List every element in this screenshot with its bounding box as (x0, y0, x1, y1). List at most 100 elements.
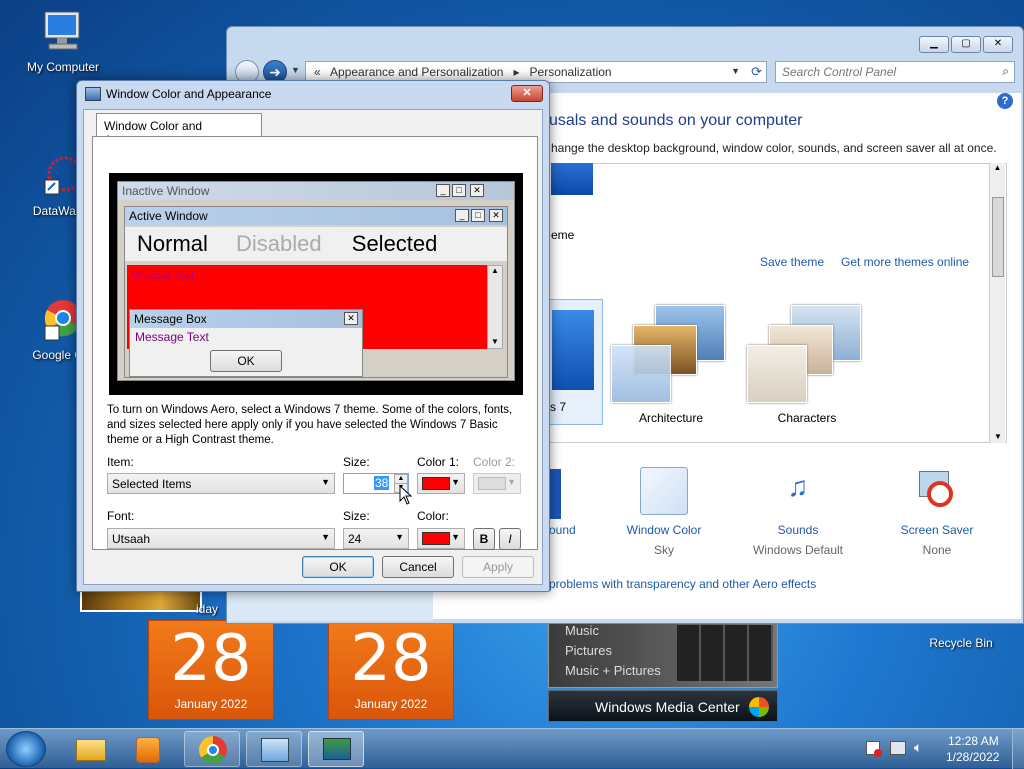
dialog-close-button[interactable]: ✕ (511, 85, 543, 102)
help-icon[interactable]: ? (997, 93, 1013, 109)
ok-button[interactable]: OK (302, 556, 374, 578)
dialog-title: Window Color and Appearance (106, 87, 272, 101)
theme-architecture[interactable]: Architecture (611, 305, 731, 425)
volume-icon[interactable]: 🔈︎ (914, 739, 922, 756)
font-size-select[interactable]: 24 ▼ (343, 528, 409, 549)
start-button[interactable] (6, 731, 46, 767)
color1-swatch (422, 477, 450, 490)
item-label: Item: (107, 455, 134, 469)
sounds-link[interactable]: Sounds (743, 523, 853, 537)
preview-message-text: Message Text (135, 330, 209, 344)
taskbar-chrome[interactable] (184, 731, 240, 767)
media-center-bar[interactable]: Windows Media Center (548, 690, 778, 722)
network-icon[interactable] (890, 741, 906, 755)
tab-window-color-appearance[interactable]: Window Color and Appearance (96, 113, 262, 147)
font-color-picker[interactable]: ▼ (417, 528, 465, 549)
taskbar-personalization[interactable] (308, 731, 364, 767)
clock-time[interactable]: 12:28 AM (948, 734, 999, 748)
scroll-up-icon[interactable]: ▲ (990, 163, 1005, 172)
taskbar-control-panel[interactable] (246, 731, 302, 767)
address-dropdown-icon[interactable]: ▼ (731, 66, 740, 76)
desktop-background-thumb[interactable] (549, 469, 561, 519)
search-placeholder: Search Control Panel (782, 65, 897, 79)
close-button[interactable]: ✕ (983, 36, 1013, 53)
bold-button[interactable]: B (473, 528, 495, 550)
my-theme-label: eme (551, 228, 575, 242)
sounds-item[interactable]: ♫ Sounds Windows Default (743, 467, 853, 557)
search-icon[interactable]: ⌕ (1002, 64, 1009, 79)
calendar-date: January 2022 (354, 697, 428, 711)
action-center-icon[interactable] (866, 741, 882, 757)
screen-saver-link[interactable]: Screen Saver (887, 523, 987, 537)
page-subheading: hange the desktop background, window col… (551, 141, 997, 155)
breadcrumb-personalization[interactable]: Personalization (530, 65, 612, 79)
computer-icon (39, 8, 87, 56)
item-size-label: Size: (343, 455, 370, 469)
desktop-icon-my-computer[interactable]: My Computer (18, 8, 108, 74)
theme-windows7[interactable]: s 7 (549, 299, 603, 425)
theme-thumb (611, 305, 731, 405)
preview-window-text: Window Text (132, 270, 195, 282)
chevron-down-icon: ▼ (451, 477, 460, 487)
desktop-icon-label: Recycle Bin (929, 636, 993, 650)
media-tiles (677, 625, 773, 681)
screen-saver-item[interactable]: Screen Saver None (887, 467, 987, 557)
window-color-link[interactable]: Window Color (619, 523, 709, 537)
theme-list-scrollbar[interactable]: ▲ ▼ (989, 163, 1005, 443)
screen-saver-icon (913, 467, 961, 515)
gadget-weekday: iday (196, 602, 219, 616)
desktop-background-link[interactable]: ound (549, 523, 576, 537)
control-panel-icon (261, 738, 289, 762)
get-more-themes-link[interactable]: Get more themes online (841, 255, 969, 269)
history-dropdown-icon[interactable]: ▼ (291, 65, 300, 75)
window-color-item[interactable]: Window Color Sky (619, 467, 709, 557)
breadcrumb-appearance[interactable]: Appearance and Personalization (330, 65, 503, 79)
aero-troubleshoot-link[interactable]: problems with transparency and other Aer… (549, 577, 816, 591)
preview-active-title: Active Window (125, 207, 507, 225)
theme-characters[interactable]: Characters (747, 305, 867, 425)
item-size-value[interactable]: 38 (374, 476, 390, 490)
theme-label: Architecture (638, 411, 704, 425)
calendar-gadget[interactable]: 28 January 2022 (328, 620, 454, 720)
color1-picker[interactable]: ▼ (417, 473, 465, 494)
save-theme-link[interactable]: Save theme (760, 255, 824, 269)
cancel-button[interactable]: Cancel (382, 556, 454, 578)
window-color-icon (640, 467, 688, 515)
clock-date[interactable]: 1/28/2022 (946, 750, 999, 764)
chevron-down-icon: ▼ (321, 477, 330, 487)
preview-normal: Normal (137, 231, 208, 256)
scroll-thumb[interactable] (992, 197, 1004, 277)
preview-msgbox-title: Message Box (130, 310, 362, 328)
scroll-down-icon[interactable]: ▼ (990, 432, 1006, 441)
maximize-button[interactable]: ▢ (951, 36, 981, 53)
taskbar: 🔈︎ 12:28 AM 1/28/2022 (0, 728, 1024, 769)
theme-label: s 7 (550, 400, 567, 414)
show-desktop-button[interactable] (1012, 729, 1024, 769)
preview-active-window: Active Window _ □ ✕ Normal Disabled Select… (124, 206, 508, 378)
italic-button[interactable]: I (499, 528, 521, 550)
calendar-gadget[interactable]: 28 January 2022 (148, 620, 274, 720)
desktop-icon-recycle-bin[interactable]: Recycle Bin (916, 622, 1006, 650)
preview-disabled: Disabled (236, 231, 322, 256)
preview-scrollbar: ▲ ▼ (487, 265, 503, 349)
color2-label: Color 2: (473, 455, 516, 469)
font-color-swatch (422, 532, 450, 545)
theme-thumb (552, 310, 594, 390)
item-select[interactable]: Selected Items ▼ (107, 473, 335, 494)
preview-message-box: Message Box ✕ Message Text OK (129, 309, 363, 377)
tab-panel: Inactive Window _ □ ✕ Active Window _ □ ✕ No… (92, 136, 538, 550)
page-heading: usals and sounds on your computer (549, 112, 803, 129)
minimize-button[interactable]: ▁ (919, 36, 949, 53)
chevron-down-icon: ▼ (321, 532, 330, 542)
refresh-icon[interactable]: ⟳ (751, 64, 762, 80)
media-center-gadget[interactable]: Music Pictures Music + Pictures (548, 618, 778, 688)
color2-picker: ▼ (473, 473, 521, 494)
taskbar-explorer[interactable] (62, 731, 118, 767)
search-input[interactable]: Search Control Panel ⌕ (775, 61, 1015, 83)
font-select[interactable]: Utsaah ▼ (107, 528, 335, 549)
preview-inactive-window: Inactive Window _ □ ✕ Active Window _ □ ✕ No… (117, 181, 515, 381)
color1-label: Color 1: (417, 455, 460, 469)
my-theme-thumb[interactable] (551, 163, 593, 195)
taskbar-media-player[interactable] (120, 731, 176, 767)
theme-label: Characters (777, 411, 837, 425)
